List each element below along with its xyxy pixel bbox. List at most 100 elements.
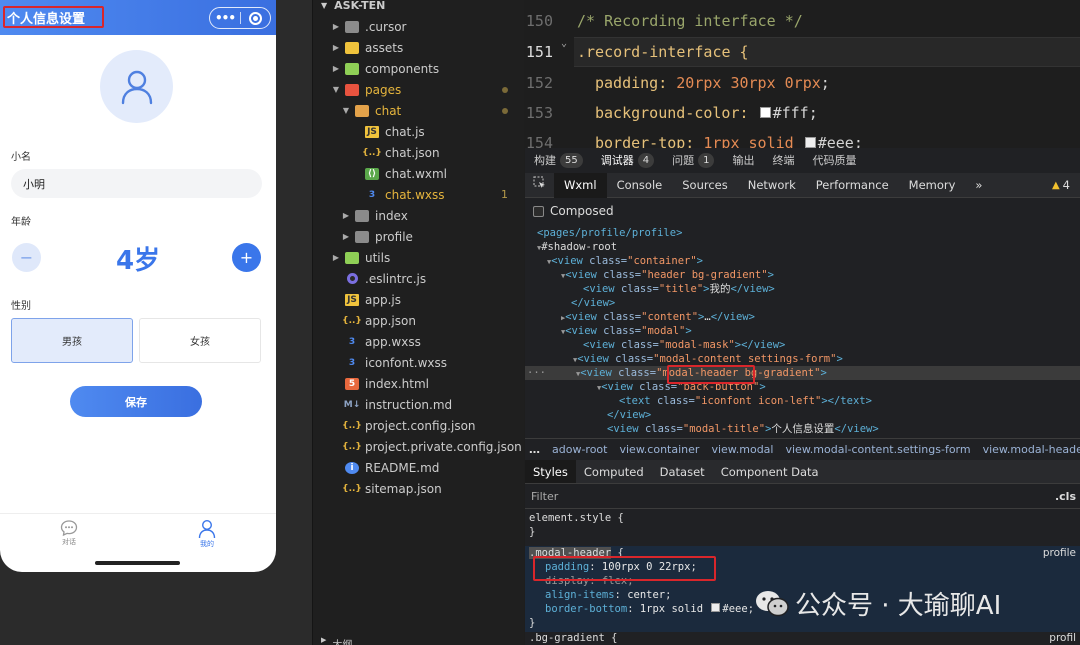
tab-me[interactable]: 我的	[138, 514, 276, 555]
cls-toggle[interactable]: .cls	[1055, 485, 1076, 509]
tab-terminal[interactable]: 终端	[763, 152, 803, 168]
dom-node-selected[interactable]: ··· ▼<view class="modal-header bg-gradien…	[525, 366, 1080, 381]
avatar[interactable]	[100, 50, 173, 123]
warning-indicator[interactable]: ▲ 4	[1042, 178, 1080, 192]
tab-build[interactable]: 构建 55	[525, 152, 592, 168]
tree-item-project-config[interactable]: {..} project.config.json	[313, 415, 524, 436]
code-line[interactable]: .record-interface {	[577, 43, 749, 61]
folder-icon	[355, 209, 369, 222]
dom-node[interactable]: ▼<view class="back-button">	[525, 380, 1080, 394]
more-tabs-icon[interactable]: »	[965, 173, 992, 198]
dom-node[interactable]: <view class="modal-mask"></view>	[525, 338, 1080, 352]
tree-item-chat-js[interactable]: JS chat.js	[313, 121, 524, 142]
breadcrumb-item[interactable]: view.modal	[711, 443, 773, 456]
more-icon[interactable]: •••	[210, 8, 240, 28]
composed-checkbox[interactable]	[533, 205, 544, 217]
tab-chat[interactable]: 对话	[0, 514, 138, 555]
tree-item-app-wxss[interactable]: 3 app.wxss	[313, 331, 524, 352]
inspect-element-icon[interactable]	[525, 173, 554, 198]
breadcrumb-item[interactable]: view.modal-header.bg-g	[983, 443, 1080, 456]
tree-item-cursor[interactable]: ▶ .cursor	[313, 16, 524, 37]
dom-node[interactable]: <view class="title">我的</view>	[525, 282, 1080, 296]
tab-wxml[interactable]: Wxml	[554, 172, 607, 198]
dom-node[interactable]: <view class="modal-title">个人信息设置</view>	[525, 422, 1080, 436]
tree-item-pages[interactable]: ▼ pages	[313, 79, 524, 100]
tab-component-data[interactable]: Component Data	[713, 460, 827, 483]
color-swatch[interactable]	[804, 137, 816, 148]
tree-item-chat[interactable]: ▼ chat	[313, 100, 524, 121]
dom-node[interactable]: ▶<view class="content">…</view>	[525, 310, 1080, 324]
tab-dataset[interactable]: Dataset	[652, 460, 713, 483]
node-text: 个人信息设置	[771, 423, 835, 435]
tree-item-index-html[interactable]: 5 index.html	[313, 373, 524, 394]
dom-node[interactable]: ▼<view class="modal">	[525, 324, 1080, 338]
tree-item-chat-json[interactable]: {..} chat.json	[313, 142, 524, 163]
outline-section[interactable]: ▶ 大纲	[313, 636, 352, 645]
tab-code-quality[interactable]: 代码质量	[803, 152, 865, 168]
code-line[interactable]: /* Recording interface */	[577, 12, 803, 30]
tree-item-assets[interactable]: ▶ assets	[313, 37, 524, 58]
tab-styles[interactable]: Styles	[525, 460, 576, 483]
tree-item-app-js[interactable]: JS app.js	[313, 289, 524, 310]
breadcrumb-item[interactable]: view.container	[619, 443, 699, 456]
tab-problems[interactable]: 问题 1	[663, 152, 723, 168]
tree-item-chat-wxss[interactable]: 3 chat.wxss 1	[313, 184, 524, 205]
gender-girl-option[interactable]: 女孩	[139, 318, 261, 363]
color-swatch[interactable]	[711, 603, 721, 612]
tree-item-instruction-md[interactable]: M↓ instruction.md	[313, 394, 524, 415]
tab-debugger[interactable]: 调试器 4	[592, 152, 663, 168]
styles-filter[interactable]: Filter .cls	[525, 485, 1080, 509]
explorer-section-header[interactable]: ▼ ASK-TEN	[321, 0, 385, 12]
filter-input[interactable]: Filter	[531, 490, 558, 503]
tree-item-eslintrc[interactable]: .eslintrc.js	[313, 268, 524, 289]
tree-item-project-private-config[interactable]: {..} project.private.config.json	[313, 436, 524, 457]
home-indicator	[95, 561, 180, 565]
code-line[interactable]: padding: 20rpx 30rpx 0rpx;	[595, 74, 830, 92]
dom-node[interactable]: ▼#shadow-root	[525, 240, 1080, 254]
name-input[interactable]	[11, 169, 262, 198]
tab-performance[interactable]: Performance	[806, 173, 899, 198]
dom-node[interactable]: <text class="iconfont icon-left"></text>	[525, 394, 1080, 408]
breadcrumb-item[interactable]: view.modal-content.settings-form	[785, 443, 970, 456]
tree-item-app-json[interactable]: {..} app.json	[313, 310, 524, 331]
tab-console[interactable]: Console	[607, 173, 673, 198]
tree-item-utils[interactable]: ▶ utils	[313, 247, 524, 268]
node-text: #shadow-root	[541, 241, 618, 253]
css-declaration[interactable]: align-items: center;	[545, 589, 671, 603]
css-source-link[interactable]: profil	[1049, 632, 1076, 644]
breadcrumb-item[interactable]: adow-root	[552, 443, 607, 456]
code-line[interactable]: border-top: 1rpx solid #eee;	[595, 134, 863, 148]
tab-sources[interactable]: Sources	[672, 173, 738, 198]
dom-node[interactable]: <pages/profile/profile>	[525, 226, 1080, 240]
css-declaration[interactable]: border-bottom: 1rpx solid #eee;	[545, 603, 754, 617]
dom-node[interactable]: </view>	[525, 296, 1080, 310]
tab-output[interactable]: 输出	[723, 152, 763, 168]
tab-memory[interactable]: Memory	[899, 173, 966, 198]
tree-item-sitemap[interactable]: {..} sitemap.json	[313, 478, 524, 499]
close-miniprogram-icon[interactable]	[241, 11, 270, 25]
tree-item-index[interactable]: ▶ index	[313, 205, 524, 226]
css-rule-header[interactable]: element.style {	[529, 512, 624, 526]
tab-computed[interactable]: Computed	[576, 460, 652, 483]
tree-item-components[interactable]: ▶ components	[313, 58, 524, 79]
color-swatch[interactable]	[759, 107, 771, 118]
fold-chevron-icon[interactable]: ⌄	[561, 38, 567, 49]
tree-item-readme[interactable]: i README.md	[313, 457, 524, 478]
dom-node[interactable]: ▼<view class="container">	[525, 254, 1080, 268]
css-rule-header[interactable]: .bg-gradient {	[529, 632, 618, 645]
css-source-link[interactable]: profile	[1043, 547, 1076, 559]
save-button[interactable]: 保存	[70, 386, 202, 417]
composed-toggle[interactable]: Composed	[533, 204, 614, 218]
dom-node[interactable]: ▼<view class="modal-content settings-for…	[525, 352, 1080, 366]
tree-item-label: utils	[365, 250, 391, 265]
gender-boy-option[interactable]: 男孩	[11, 318, 133, 363]
dom-node[interactable]: ▼<view class="header bg-gradient">	[525, 268, 1080, 282]
tree-item-iconfont-wxss[interactable]: 3 iconfont.wxss	[313, 352, 524, 373]
tree-item-chat-wxml[interactable]: ⟨⟩ chat.wxml	[313, 163, 524, 184]
tab-network[interactable]: Network	[738, 173, 806, 198]
tree-item-profile[interactable]: ▶ profile	[313, 226, 524, 247]
dom-node[interactable]: </view>	[525, 408, 1080, 422]
age-increase-button[interactable]: +	[232, 243, 261, 272]
code-line[interactable]: background-color: #fff;	[595, 104, 818, 122]
modified-dot	[502, 86, 508, 93]
